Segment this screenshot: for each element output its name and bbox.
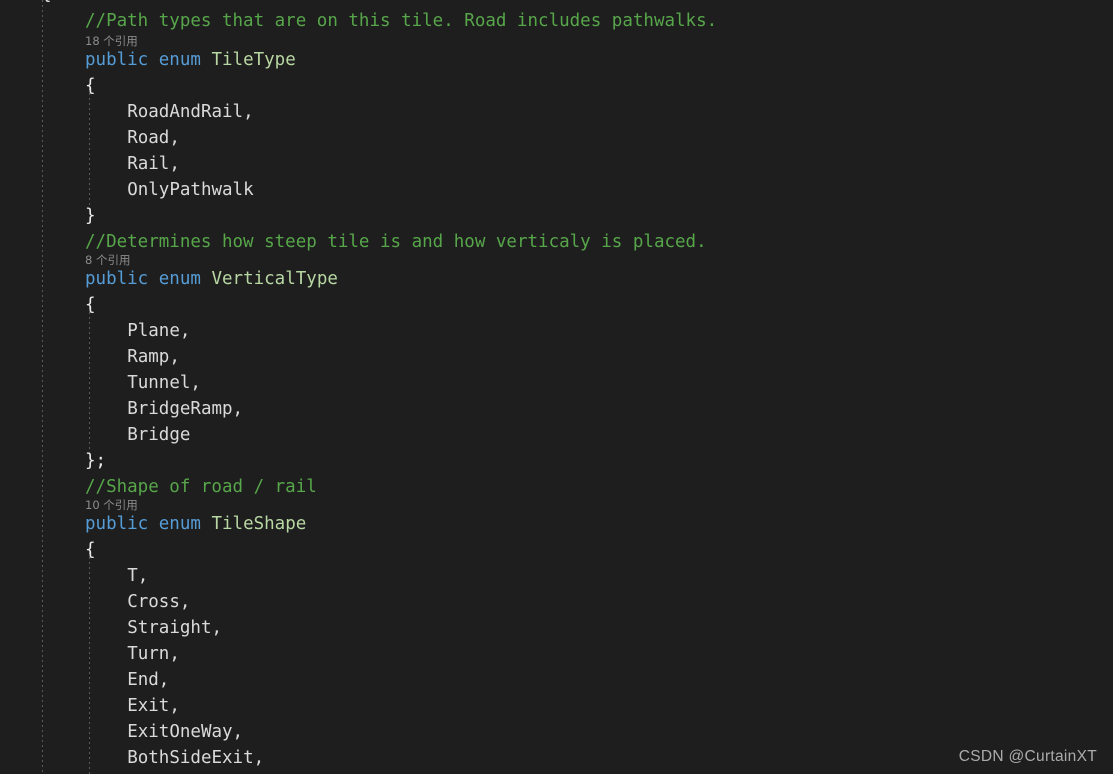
code-line[interactable]: public enum TileShape: [85, 511, 306, 537]
code-token: Cross,: [127, 592, 191, 612]
code-token: Exit,: [127, 696, 180, 716]
code-line[interactable]: Road,: [127, 125, 180, 151]
code-token: enum: [158, 50, 201, 70]
code-line[interactable]: public enum TileType: [85, 47, 296, 73]
code-token: Tunnel,: [127, 373, 201, 393]
code-token: OnlyPathwalk: [127, 180, 254, 200]
code-token: BridgeRamp,: [127, 399, 244, 419]
code-token: };: [85, 451, 107, 471]
code-line[interactable]: {: [85, 73, 96, 99]
code-token: Rail,: [127, 154, 180, 174]
code-token: public: [85, 514, 149, 534]
code-line[interactable]: RoadAndRail,: [127, 99, 253, 125]
code-line[interactable]: }: [85, 203, 96, 229]
code-line[interactable]: //Determines how steep tile is and how v…: [85, 229, 707, 255]
codelens-references[interactable]: 8 个引用: [85, 252, 130, 268]
code-editor-screen: { //Path types that are on this tile. Ro…: [0, 0, 1113, 774]
code-line[interactable]: public enum VerticalType: [85, 266, 338, 292]
code-line[interactable]: T,: [127, 563, 148, 589]
code-token: Bridge: [127, 425, 191, 445]
code-token: public: [85, 50, 149, 70]
code-token: {: [85, 295, 96, 315]
code-line[interactable]: Rail,: [127, 151, 180, 177]
code-token: //Shape of road / rail: [85, 477, 317, 497]
code-token: Turn,: [127, 644, 180, 664]
code-token: RoadAndRail,: [127, 102, 254, 122]
code-token: //Determines how steep tile is and how v…: [85, 232, 707, 252]
code-token: }: [85, 206, 96, 226]
codelens-references[interactable]: 10 个引用: [85, 497, 138, 513]
code-line[interactable]: Plane,: [127, 318, 190, 344]
code-token: BothSideExit,: [127, 748, 265, 768]
code-token: Road,: [127, 128, 180, 148]
code-token: TileShape: [211, 514, 307, 534]
code-line[interactable]: BothSideExit,: [127, 745, 264, 771]
code-line[interactable]: //Path types that are on this tile. Road…: [85, 8, 717, 34]
code-line[interactable]: End,: [127, 667, 169, 693]
code-token: {: [85, 540, 96, 560]
code-token: TileType: [211, 50, 296, 70]
code-token: enum: [158, 514, 201, 534]
code-line[interactable]: BridgeRamp,: [127, 396, 243, 422]
code-line[interactable]: Turn,: [127, 641, 180, 667]
code-token: Straight,: [127, 618, 223, 638]
code-token: //Path types that are on this tile. Road…: [85, 11, 718, 31]
codelens-references[interactable]: 18 个引用: [85, 33, 138, 49]
code-line[interactable]: Cross,: [127, 589, 190, 615]
code-token: enum: [158, 269, 201, 289]
code-token: T,: [127, 566, 149, 586]
code-line[interactable]: };: [85, 448, 106, 474]
code-token: VerticalType: [211, 269, 338, 289]
code-token: public: [85, 269, 149, 289]
code-line[interactable]: Ramp,: [127, 344, 180, 370]
code-text-layer[interactable]: //Path types that are on this tile. Road…: [0, 0, 1113, 774]
code-line[interactable]: {: [85, 537, 96, 563]
code-line[interactable]: ExitOneWay,: [127, 719, 243, 745]
code-token: End,: [127, 670, 170, 690]
code-line[interactable]: OnlyPathwalk: [127, 177, 253, 203]
code-line[interactable]: {: [85, 292, 96, 318]
code-line[interactable]: Exit,: [127, 693, 180, 719]
code-line[interactable]: Tunnel,: [127, 370, 201, 396]
code-line[interactable]: Bridge: [127, 422, 190, 448]
csdn-watermark: CSDN @CurtainXT: [958, 748, 1097, 765]
code-token: Ramp,: [127, 347, 180, 367]
code-token: ExitOneWay,: [127, 722, 244, 742]
code-line[interactable]: Straight,: [127, 615, 222, 641]
code-token: Plane,: [127, 321, 191, 341]
code-token: {: [85, 76, 96, 96]
